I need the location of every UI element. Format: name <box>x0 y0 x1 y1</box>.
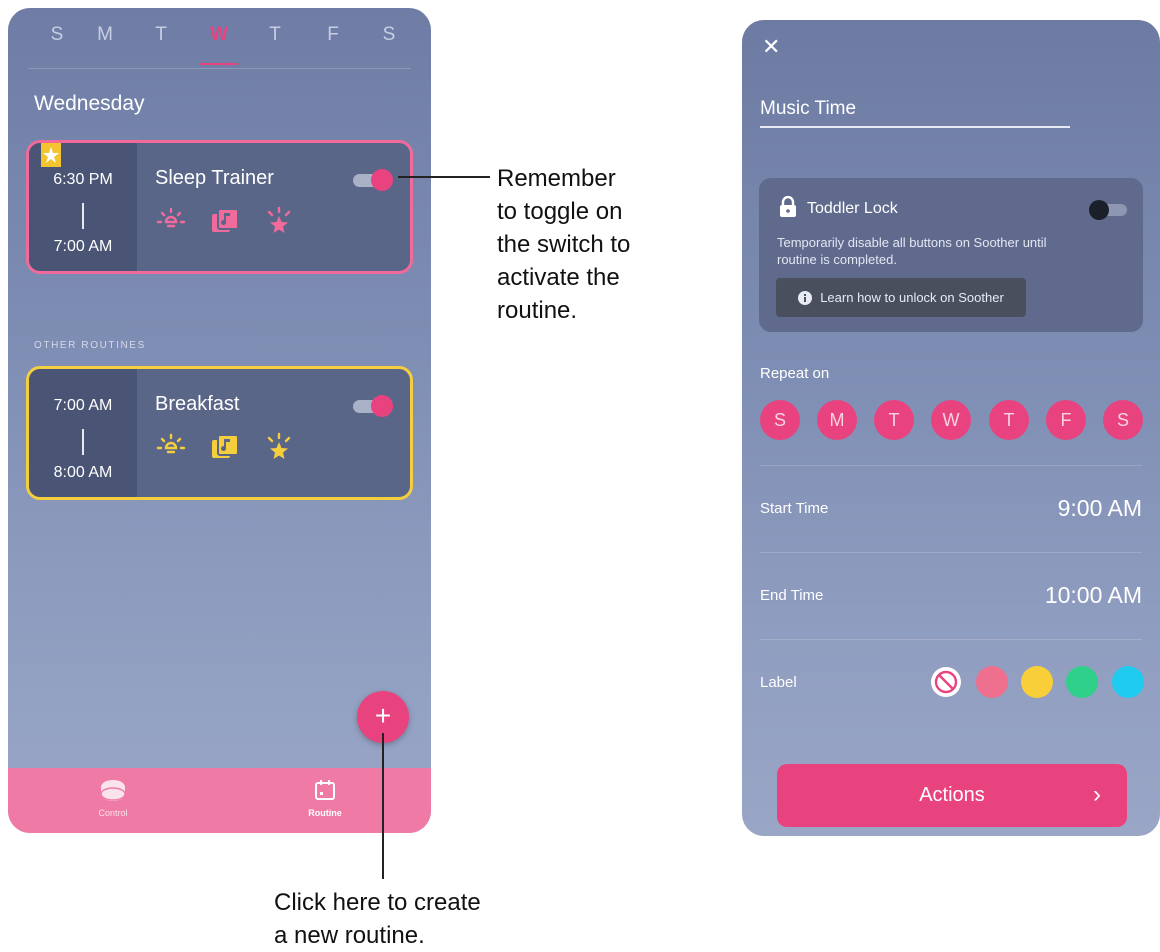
annotation-line: Click here to create <box>274 889 481 916</box>
light-icon <box>155 205 187 237</box>
annotation-line: to toggle on <box>497 198 623 225</box>
toddler-lock-toggle[interactable] <box>1089 200 1127 220</box>
annotation-line: Remember <box>497 165 616 192</box>
routine-name-input[interactable] <box>760 92 1070 128</box>
time-connector <box>82 203 84 229</box>
edit-routine-screen: ✕ Toddler Lock Temporarily disable all b… <box>742 20 1160 836</box>
close-icon[interactable]: ✕ <box>762 34 780 60</box>
routine-feature-icons <box>155 431 295 463</box>
end-time-row[interactable]: End Time 10:00 AM <box>742 553 1160 639</box>
nav-label: Routine <box>308 808 342 818</box>
routine-enable-toggle[interactable] <box>353 395 393 417</box>
label-color-yellow[interactable] <box>1021 666 1053 698</box>
day-sunday[interactable]: S <box>42 24 72 46</box>
music-icon <box>209 205 241 237</box>
end-time: 8:00 AM <box>53 464 113 481</box>
annotation-line: routine. <box>497 297 578 324</box>
end-time: 7:00 AM <box>53 238 113 255</box>
repeat-day-tuesday[interactable]: T <box>874 400 914 440</box>
repeat-day-thursday[interactable]: T <box>989 400 1029 440</box>
toddler-lock-card: Toddler Lock Temporarily disable all but… <box>759 178 1143 332</box>
calendar-icon <box>315 780 335 800</box>
light-icon <box>155 431 187 463</box>
nav-label: Control <box>98 808 128 818</box>
start-time: 6:30 PM <box>53 171 113 188</box>
start-time-row[interactable]: Start Time 9:00 AM <box>742 466 1160 552</box>
bottom-nav: Control Routine <box>8 768 431 833</box>
weekday-selector: S M T W T F S <box>8 8 431 70</box>
other-routines-heading: OTHER ROUTINES <box>34 340 146 351</box>
time-range: 7:00 AM 8:00 AM <box>29 369 137 497</box>
nav-routine[interactable]: Routine <box>285 778 365 818</box>
routine-name: Sleep Trainer <box>155 167 274 189</box>
routine-name: Breakfast <box>155 393 240 415</box>
info-icon <box>798 290 813 305</box>
favorite-star-icon <box>41 143 61 167</box>
learn-unlock-label: Learn how to unlock on Soother <box>820 290 1004 305</box>
annotation-leader-line <box>382 733 384 879</box>
label-color-green[interactable] <box>1066 666 1098 698</box>
actions-label: Actions <box>919 784 985 806</box>
repeat-label: Repeat on <box>760 365 830 382</box>
label-color-pink[interactable] <box>976 666 1008 698</box>
day-monday[interactable]: M <box>90 24 120 46</box>
day-friday[interactable]: F <box>318 24 348 46</box>
start-time: 7:00 AM <box>53 397 113 414</box>
repeat-day-wednesday[interactable]: W <box>931 400 971 440</box>
active-day-indicator <box>200 63 238 65</box>
start-time-label: Start Time <box>760 500 829 517</box>
annotation-line: a new routine. <box>274 922 425 949</box>
toddler-lock-title: Toddler Lock <box>807 200 898 217</box>
sparkle-icon <box>263 431 295 463</box>
toddler-lock-description: Temporarily disable all buttons on Sooth… <box>777 235 1047 267</box>
lock-icon <box>780 196 796 217</box>
music-icon <box>209 431 241 463</box>
fab-annotation: Click here to create a new routine. <box>274 886 481 952</box>
day-wednesday[interactable]: W <box>204 24 234 46</box>
soother-device-icon <box>100 780 126 801</box>
time-connector <box>82 429 84 455</box>
day-saturday[interactable]: S <box>374 24 404 46</box>
annotation-line: the switch to <box>497 231 631 258</box>
end-time-value: 10:00 AM <box>1044 582 1142 608</box>
start-time-value: 9:00 AM <box>1057 495 1142 521</box>
repeat-day-sunday[interactable]: S <box>760 400 800 440</box>
day-thursday[interactable]: T <box>260 24 290 46</box>
routine-card-sleep-trainer[interactable]: 6:30 PM 7:00 AM Sleep Trainer <box>26 140 413 274</box>
actions-button[interactable]: Actions › <box>777 764 1127 827</box>
routine-card-breakfast[interactable]: 7:00 AM 8:00 AM Breakfast <box>26 366 413 500</box>
annotation-leader-line <box>398 176 490 178</box>
divider <box>760 639 1142 640</box>
no-label-icon[interactable] <box>930 666 962 698</box>
sparkle-icon <box>263 205 295 237</box>
learn-unlock-button[interactable]: Learn how to unlock on Soother <box>776 278 1026 317</box>
day-tuesday[interactable]: T <box>146 24 176 46</box>
nav-control[interactable]: Control <box>73 778 153 818</box>
repeat-day-friday[interactable]: F <box>1046 400 1086 440</box>
repeat-day-monday[interactable]: M <box>817 400 857 440</box>
divider <box>28 68 411 69</box>
label-heading: Label <box>760 674 797 691</box>
chevron-right-icon: › <box>1093 781 1101 808</box>
day-title: Wednesday <box>34 92 145 115</box>
routines-screen: S M T W T F S Wednesday 6:30 PM 7:00 AM … <box>8 8 431 833</box>
repeat-day-saturday[interactable]: S <box>1103 400 1143 440</box>
end-time-label: End Time <box>760 587 824 604</box>
toggle-annotation: Remember to toggle on the switch to acti… <box>497 162 630 327</box>
annotation-line: activate the <box>497 264 620 291</box>
routine-enable-toggle[interactable] <box>353 169 393 191</box>
routine-feature-icons <box>155 205 295 237</box>
label-color-cyan[interactable] <box>1112 666 1144 698</box>
